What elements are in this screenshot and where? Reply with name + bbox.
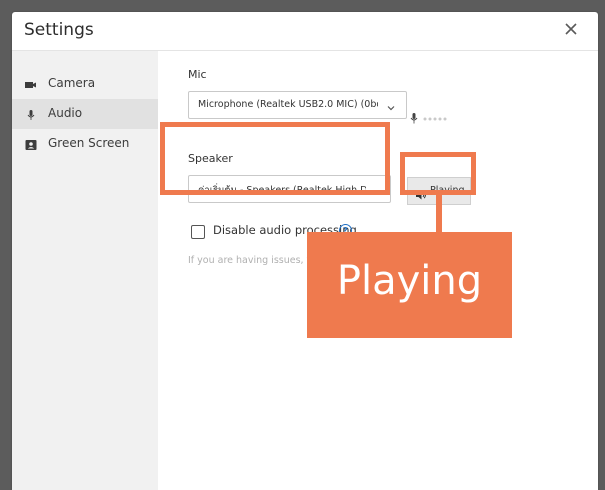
sidebar-item-camera[interactable]: Camera [12, 69, 158, 99]
speaker-label: Speaker [188, 152, 233, 165]
sidebar-item-green-screen[interactable]: Green Screen [12, 129, 158, 159]
mic-level-meter [410, 111, 458, 130]
sidebar-item-audio[interactable]: Audio [12, 99, 158, 129]
chevron-down-icon [370, 183, 382, 195]
speaker-select[interactable]: ค่าเริ่มต้น - Speakers (Realtek High Def… [188, 175, 391, 203]
person-card-icon [24, 137, 38, 151]
sidebar-item-label: Audio [48, 106, 83, 120]
microphone-icon [24, 107, 38, 121]
disable-audio-processing-checkbox[interactable] [191, 225, 205, 239]
dialog-title: Settings [24, 20, 94, 40]
mic-select-value: Microphone (Realtek USB2.0 MIC) (0bda: [198, 99, 378, 110]
microphone-icon [410, 113, 447, 124]
speaker-icon [415, 186, 427, 200]
chevron-down-icon [385, 99, 397, 111]
close-icon[interactable] [560, 18, 582, 40]
callout-connector [436, 190, 442, 234]
playing-callout: Playing [307, 232, 512, 338]
speaker-select-value: ค่าเริ่มต้น - Speakers (Realtek High Def… [198, 185, 366, 196]
settings-sidebar: Camera Audio Green Screen [12, 51, 158, 490]
sidebar-item-label: Camera [48, 76, 96, 90]
callout-text: Playing [336, 258, 483, 304]
sidebar-item-label: Green Screen [48, 136, 130, 150]
camera-icon [24, 77, 38, 91]
mic-label: Mic [188, 68, 207, 81]
dialog-header: Settings [12, 12, 598, 51]
mic-select[interactable]: Microphone (Realtek USB2.0 MIC) (0bda: [188, 91, 407, 119]
